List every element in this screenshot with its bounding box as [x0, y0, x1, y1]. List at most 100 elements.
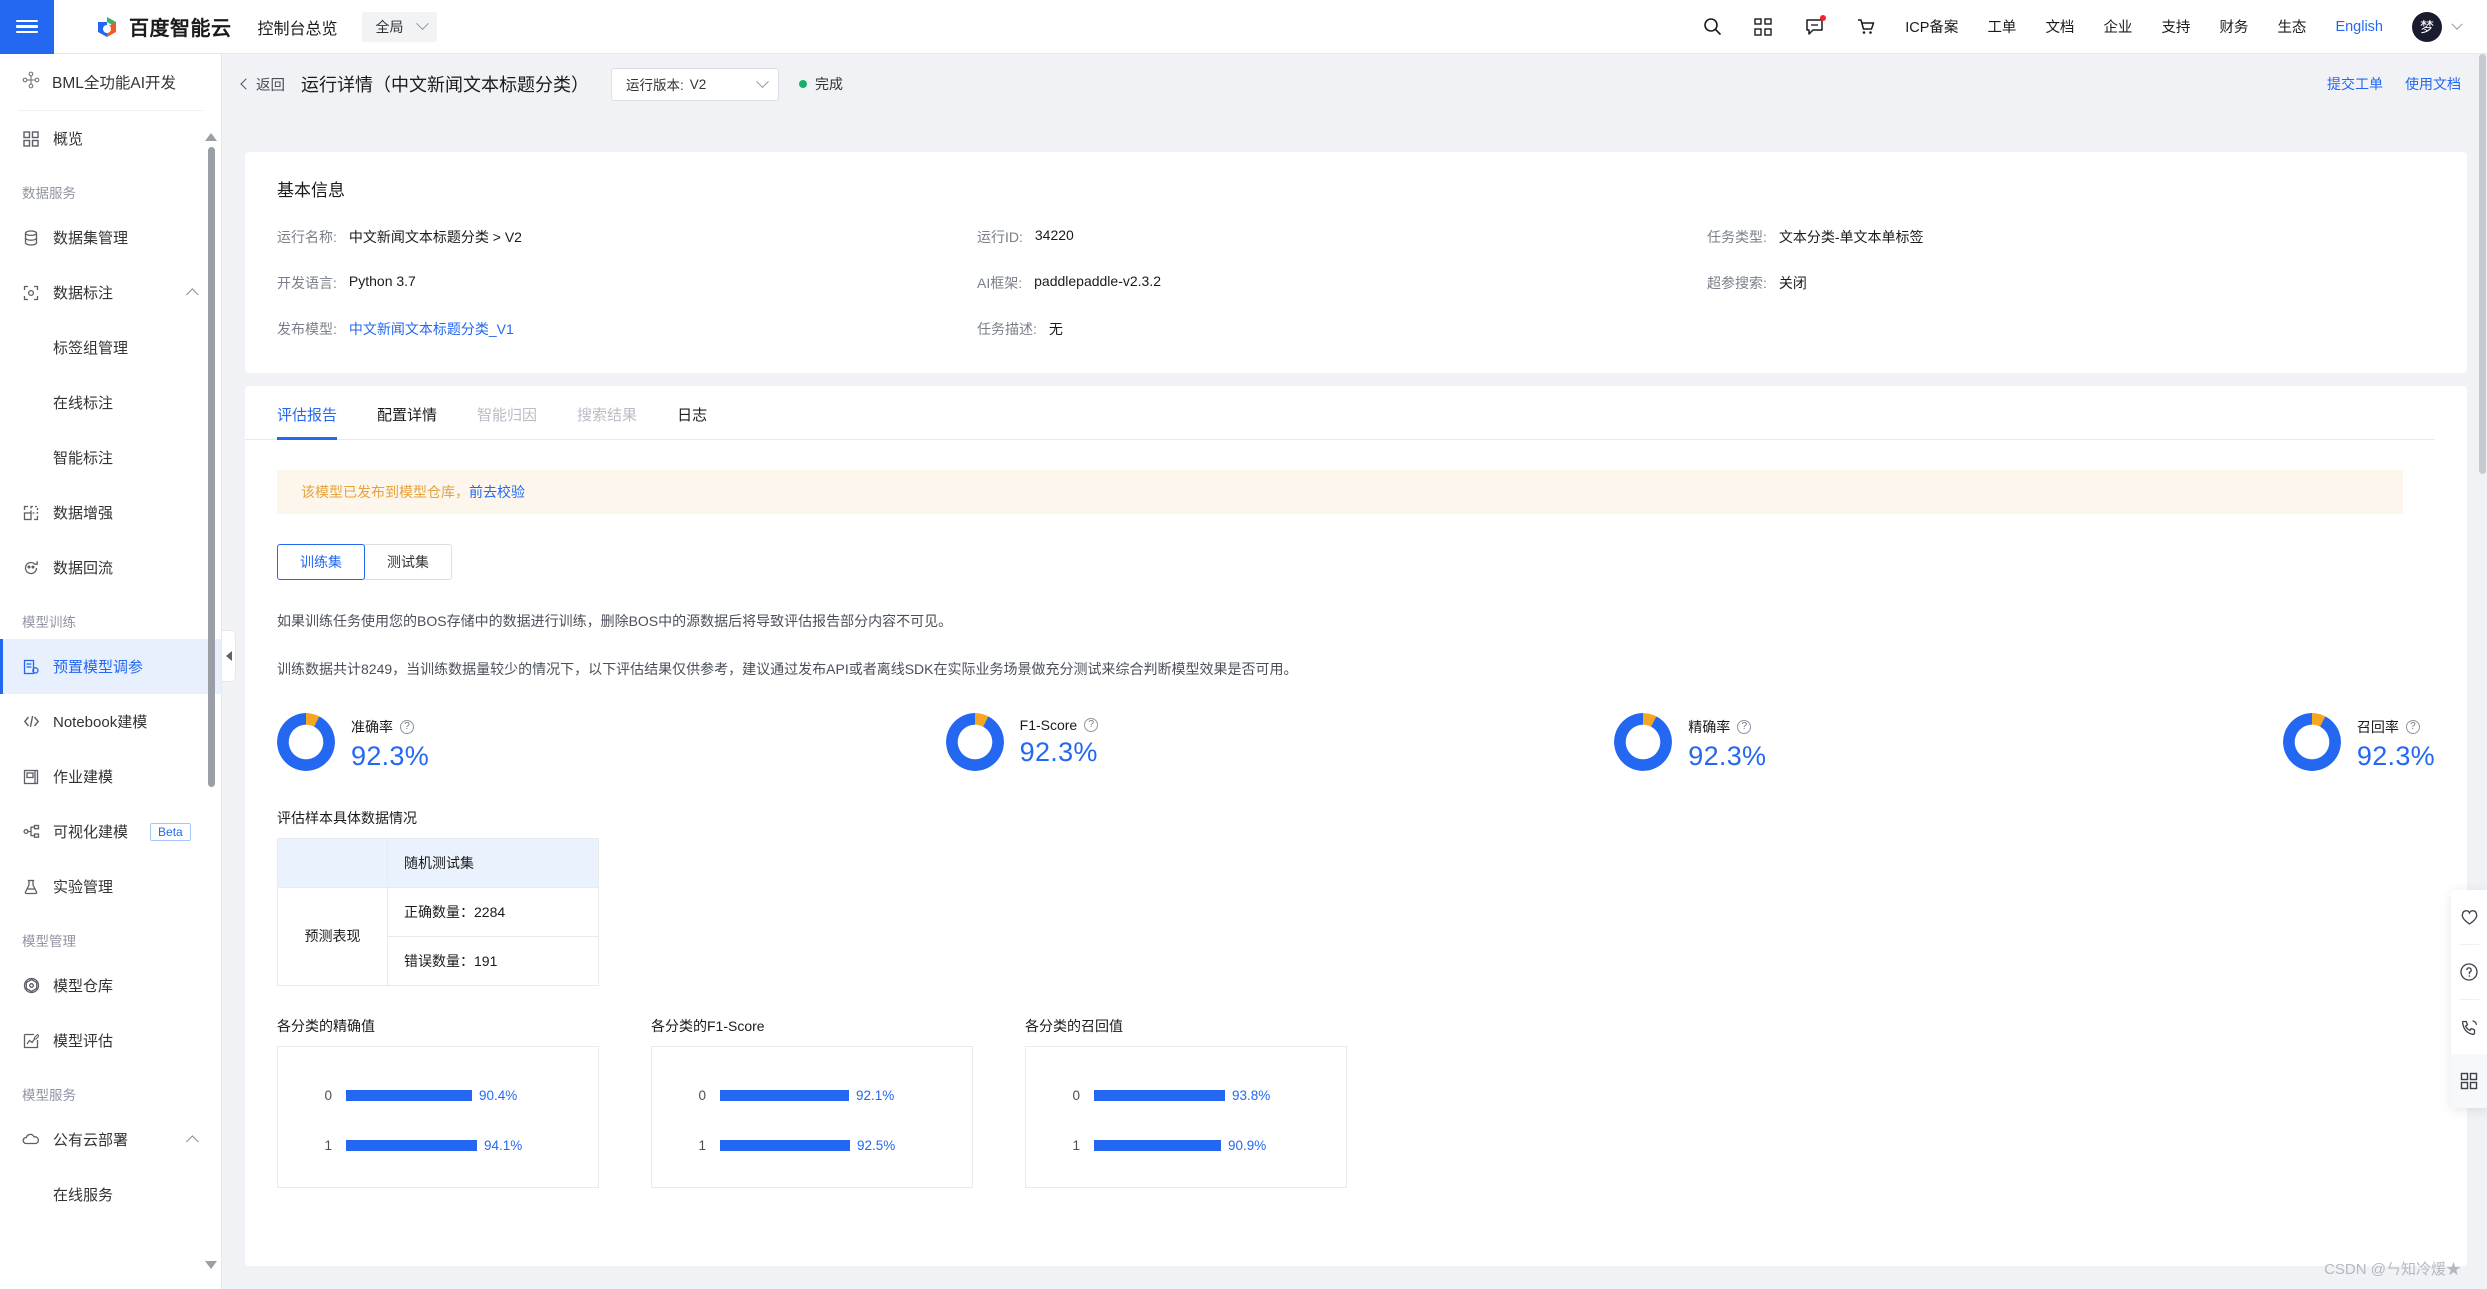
field-key: 运行ID:	[977, 229, 1023, 245]
nav-link-ecosystem[interactable]: 生态	[2277, 16, 2306, 37]
ai-node-icon	[22, 71, 40, 94]
field-value: paddlepaddle-v2.3.2	[1034, 273, 1162, 289]
search-icon[interactable]	[1701, 16, 1723, 38]
apps-icon[interactable]	[1752, 16, 1774, 38]
console-title[interactable]: 控制台总览	[258, 15, 338, 39]
model-published-alert: 该模型已发布到模型仓库， 前去校验	[277, 470, 2403, 514]
sidebar-item-label: 标签组管理	[53, 340, 129, 357]
chevron-down-icon[interactable]	[2451, 18, 2463, 30]
code-icon	[22, 713, 40, 731]
question-icon[interactable]: ?	[2405, 719, 2420, 734]
brand-logo-group[interactable]: 百度智能云	[94, 12, 232, 41]
metric-label-row: 准确率 ?	[351, 717, 429, 737]
tab-logs[interactable]: 日志	[677, 404, 707, 439]
submit-ticket-link[interactable]: 提交工单	[2327, 74, 2383, 94]
sidebar-item-label: 可视化建模	[53, 824, 129, 841]
sidebar-item-label: 作业建模	[53, 769, 114, 786]
chart-title: 各分类的召回值	[1025, 1017, 1123, 1034]
back-button[interactable]: 返回	[240, 74, 285, 95]
per-class-charts: 各分类的精确值 0 90.4% 1 94.1% 各分类的F1-Score 0 9…	[277, 1016, 2435, 1188]
sidebar-scroll-down-arrow[interactable]	[205, 1261, 217, 1269]
metric-value: 92.3%	[2356, 740, 2435, 771]
sidebar-item-label: 公有云部署	[53, 1132, 129, 1149]
sidebar-item-experiment-management[interactable]: 实验管理	[0, 859, 221, 914]
hamburger-icon[interactable]	[0, 0, 54, 54]
question-icon[interactable]: ?	[400, 719, 414, 734]
field-value: 中文新闻文本标题分类 > V2	[348, 229, 522, 245]
table-header-row: 随机测试集	[277, 837, 599, 888]
bar-value: 92.5%	[857, 1138, 896, 1154]
nav-link-ticket[interactable]: 工单	[1987, 16, 2016, 37]
tab-search-results: 搜索结果	[577, 407, 638, 424]
chevron-down-icon	[415, 17, 429, 31]
published-model-link[interactable]: 中文新闻文本标题分类_V1	[349, 319, 514, 339]
nav-link-icp[interactable]: ICP备案	[1905, 16, 1958, 37]
sidebar-item-job-modeling[interactable]: 作业建模	[0, 749, 221, 804]
field-key: 任务描述:	[977, 321, 1037, 337]
cart-icon[interactable]	[1854, 16, 1876, 38]
chevron-left-icon	[240, 78, 252, 90]
sidebar-scroll-up-arrow[interactable]	[205, 133, 217, 141]
nav-link-docs[interactable]: 文档	[2045, 16, 2074, 37]
avatar[interactable]: 梦	[2412, 11, 2442, 42]
sidebar-item-data-augmentation[interactable]: 数据增强	[0, 485, 221, 540]
bar-value: 93.8%	[1232, 1088, 1271, 1104]
sidebar-item-label: 数据回流	[53, 560, 114, 577]
sidebar-item-overview[interactable]: 概览	[0, 111, 221, 166]
sidebar-item-data-annotation[interactable]: 数据标注	[0, 265, 221, 320]
use-docs-link[interactable]: 使用文档	[2405, 74, 2461, 94]
table-row: 预测表现 正确数量：2284	[277, 886, 599, 986]
nav-link-support[interactable]: 支持	[2161, 16, 2190, 37]
phone-icon[interactable]	[2451, 1000, 2487, 1054]
scope-selector[interactable]: 全局	[361, 11, 437, 42]
question-icon[interactable]: ?	[1084, 717, 1099, 732]
field-key: 任务类型:	[1707, 229, 1767, 245]
sidebar-item-data-reflow[interactable]: 数据回流	[0, 540, 221, 595]
bar	[346, 1140, 477, 1152]
language-switch[interactable]: English	[2335, 19, 2383, 35]
nav-link-enterprise[interactable]: 企业	[2103, 16, 2132, 37]
baidu-cloud-logo-icon	[94, 14, 120, 40]
sidebar-item-online-service[interactable]: 在线服务	[0, 1167, 221, 1222]
sidebar-item-dataset-management[interactable]: 数据集管理	[0, 210, 221, 265]
sidebar-item-public-cloud-deploy[interactable]: 公有云部署	[0, 1112, 221, 1167]
tab-config-details[interactable]: 配置详情	[377, 404, 437, 439]
question-icon[interactable]	[2451, 945, 2487, 999]
bar-value: 90.9%	[1228, 1138, 1267, 1154]
message-icon[interactable]	[1803, 14, 1827, 38]
grid-icon[interactable]	[2451, 1054, 2487, 1108]
chart-body: 0 90.4% 1 94.1%	[277, 1045, 599, 1188]
sidebar-item-label-group-management[interactable]: 标签组管理	[0, 320, 221, 375]
chart-title: 各分类的精确值	[277, 1017, 375, 1034]
sidebar-item-preset-model-tuning[interactable]: 预置模型调参	[0, 639, 221, 694]
sidebar-item-online-annotation[interactable]: 在线标注	[0, 375, 221, 430]
top-bar: 百度智能云 控制台总览 全局 ICP备案 工单 文档 企业 支持 财务 生态 E…	[0, 0, 2487, 54]
sidebar-item-label: Notebook建模	[53, 714, 148, 731]
run-version-select[interactable]: 运行版本: V2	[611, 67, 779, 101]
tab-evaluation-report[interactable]: 评估报告	[277, 404, 338, 440]
chevron-down-icon	[756, 74, 769, 88]
sidebar-item-visual-modeling[interactable]: 可视化建模 Beta	[0, 804, 221, 859]
question-icon[interactable]: ?	[1737, 719, 1752, 734]
metrics-row: 准确率 ? 92.3% F1-Score ? 92.3% 精确率 ? 92.3%…	[265, 712, 2435, 772]
sidebar-scrollbar[interactable]	[208, 147, 215, 787]
sidebar-item-notebook-modeling[interactable]: Notebook建模	[0, 694, 221, 749]
metric-label-row: 精确率 ?	[1688, 717, 1766, 737]
nav-link-finance[interactable]: 财务	[2219, 16, 2248, 37]
tab-bar: 评估报告 配置详情 智能归因 搜索结果 日志	[245, 386, 2435, 440]
sidebar-item-smart-annotation[interactable]: 智能标注	[0, 430, 221, 485]
sidebar-collapse-toggle[interactable]	[222, 630, 236, 682]
field-key: 运行名称:	[277, 229, 337, 245]
error-count-cell: 错误数量：191	[387, 935, 599, 986]
sidebar-item-model-repository[interactable]: 模型仓库	[0, 958, 221, 1013]
sidebar-item-model-evaluation[interactable]: 模型评估	[0, 1013, 221, 1068]
sidebar-item-label: 数据集管理	[53, 230, 129, 247]
status-label: 完成	[815, 76, 843, 92]
heart-icon[interactable]	[2451, 890, 2487, 944]
f1-donut-chart	[945, 712, 1004, 771]
train-set-button[interactable]: 训练集	[277, 544, 365, 580]
chevron-up-icon	[186, 288, 199, 301]
test-set-button[interactable]: 测试集	[364, 544, 452, 580]
verify-link[interactable]: 前去校验	[469, 482, 525, 502]
sidebar-product[interactable]: BML全功能AI开发	[0, 54, 221, 110]
